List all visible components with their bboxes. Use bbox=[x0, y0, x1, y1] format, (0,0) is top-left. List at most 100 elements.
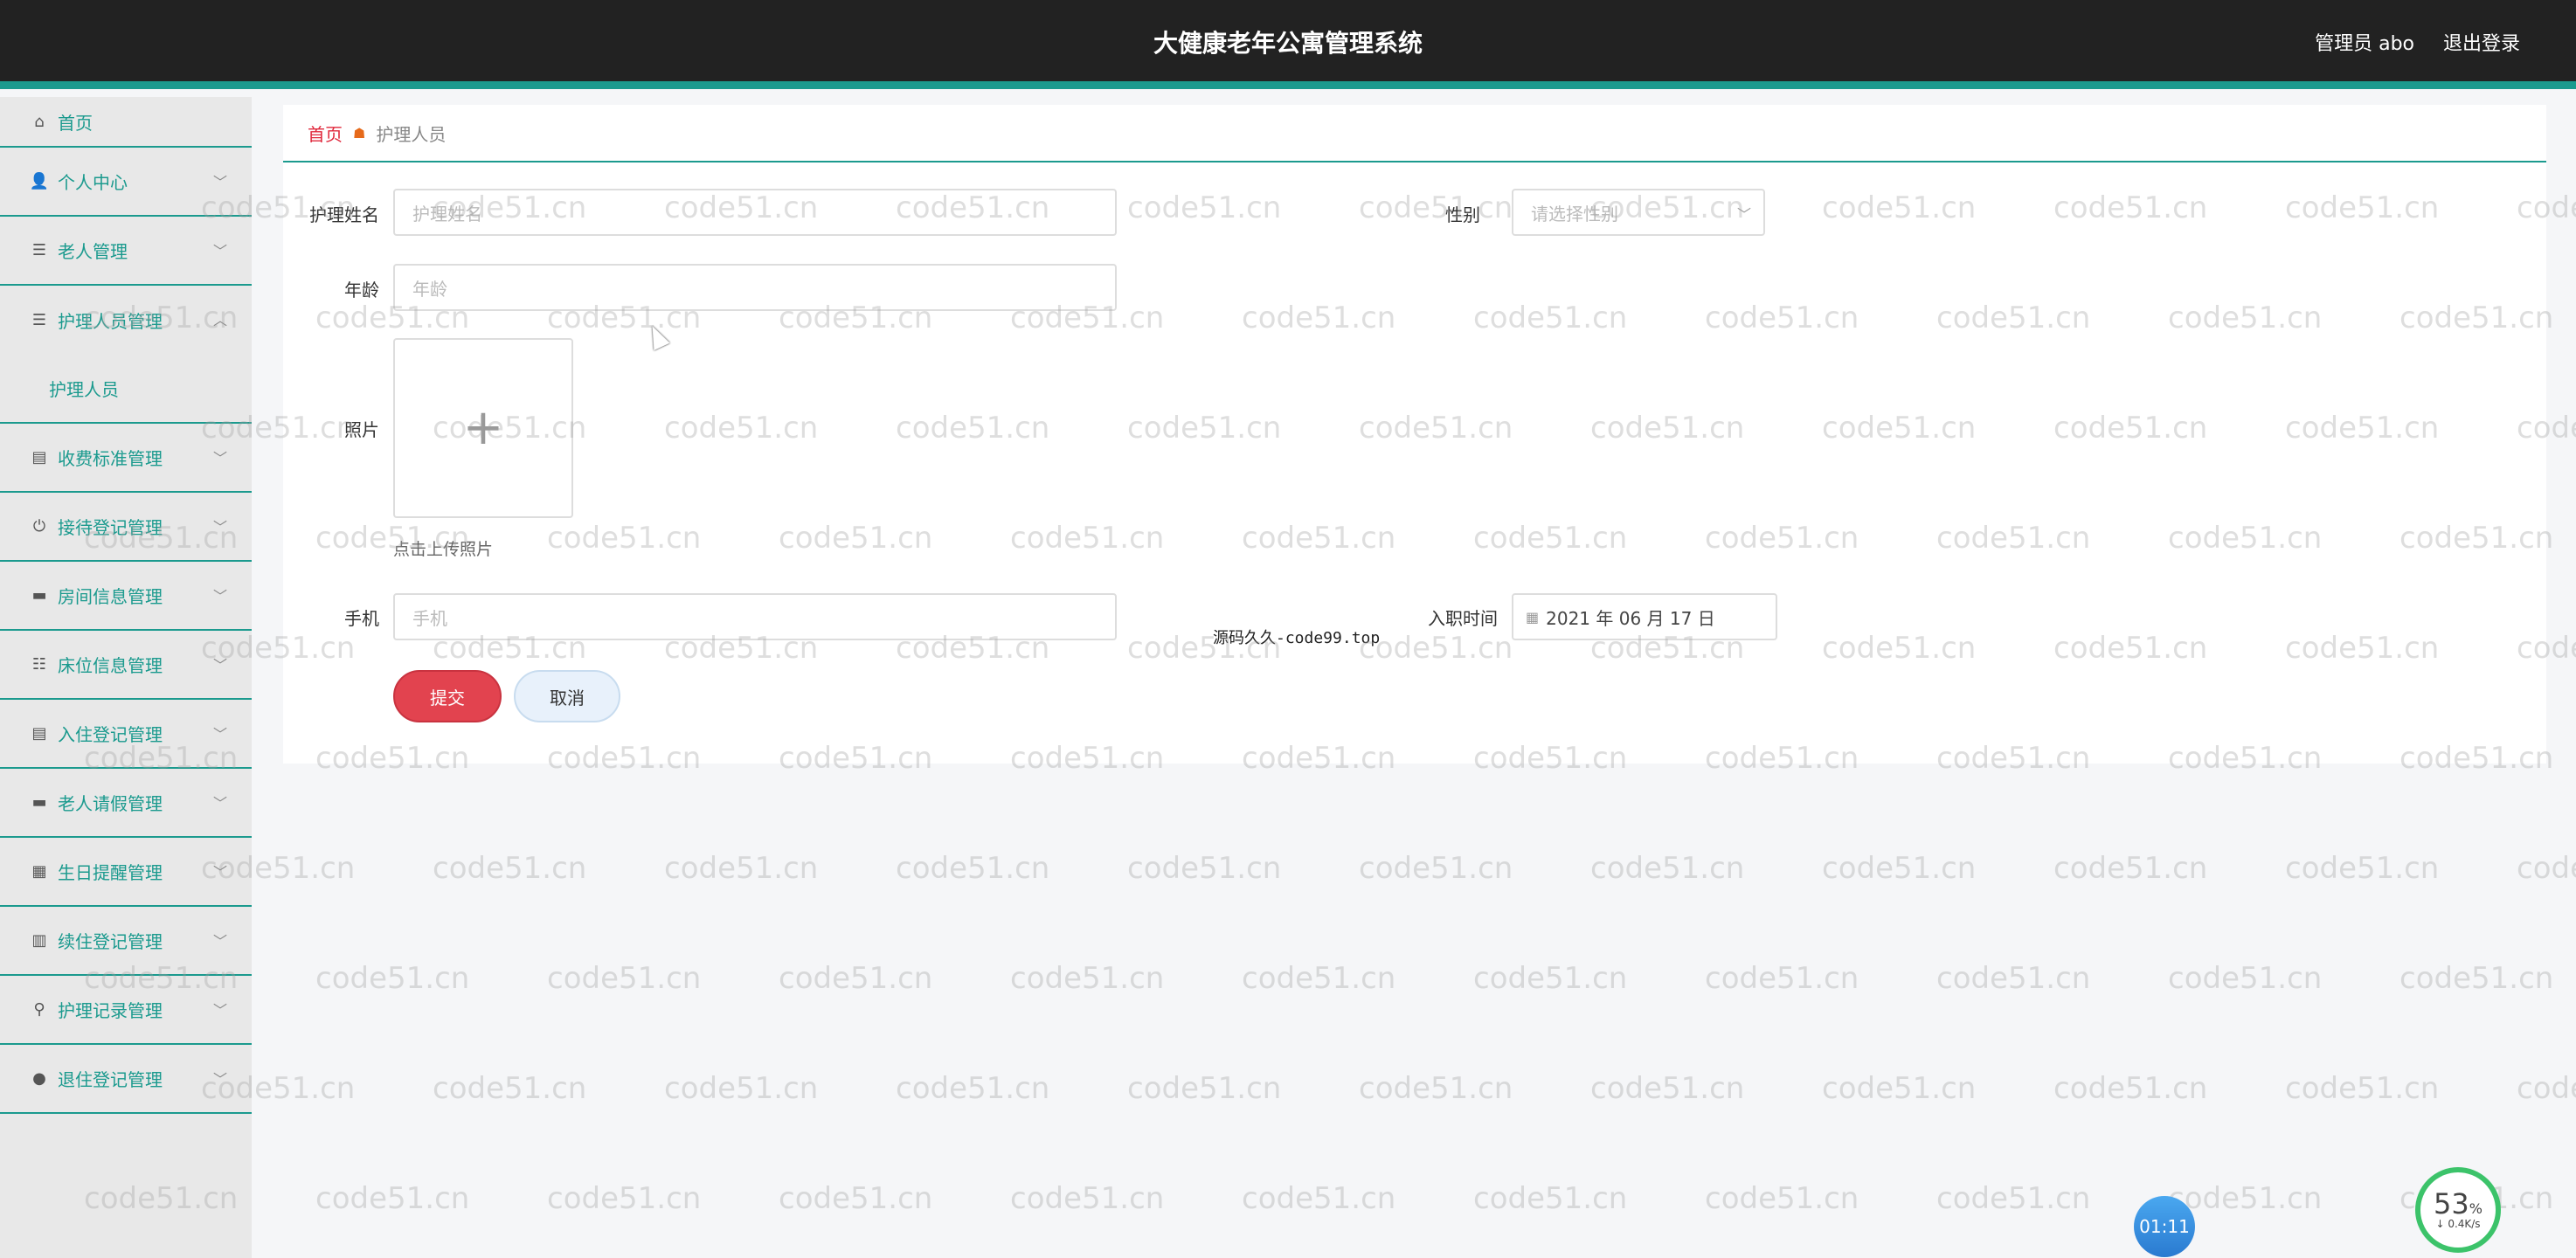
sidebar-item-label: 收费标准管理 bbox=[58, 448, 163, 469]
hire-date-label: 入职时间 bbox=[1428, 608, 1498, 629]
watermark-text: code51.cn bbox=[547, 961, 702, 996]
sidebar: ⌂ 首页 👤 个人中心 ﹀ ☰ 老人管理 ﹀ ☰ 护理人员管理 ︿ 护理人员 ▤… bbox=[0, 97, 252, 1258]
logout-button[interactable]: 退出登录 bbox=[2443, 28, 2520, 56]
sidebar-item-nursing-staff[interactable]: ☰ 护理人员管理 ︿ bbox=[0, 286, 252, 355]
sidebar-item-label: 老人请假管理 bbox=[58, 793, 163, 814]
chevron-up-icon: ︿ bbox=[212, 312, 227, 328]
sidebar-item-rooms[interactable]: ▬ 房间信息管理 ﹀ bbox=[0, 562, 252, 631]
source-note: 源码久久-code99.top bbox=[1213, 629, 1381, 647]
list-icon: ☰ bbox=[31, 241, 47, 259]
watermark-text: code51.cn bbox=[1010, 961, 1165, 996]
user-icon: 👤 bbox=[29, 172, 50, 190]
watermark-text: code51.cn bbox=[2053, 1071, 2208, 1106]
sidebar-item-label: 护理记录管理 bbox=[58, 1000, 163, 1021]
bar-chart-icon: ▥ bbox=[31, 931, 47, 950]
timer-badge[interactable]: 01:11 bbox=[2134, 1196, 2195, 1257]
watermark-text: code51.cn bbox=[896, 1071, 1050, 1106]
sidebar-item-label: 个人中心 bbox=[58, 172, 128, 193]
gauge-percent: 53% bbox=[2434, 1187, 2483, 1220]
sidebar-item-renewal[interactable]: ▥ 续住登记管理 ﹀ bbox=[0, 907, 252, 976]
sidebar-item-label: 接待登记管理 bbox=[58, 517, 163, 538]
sidebar-item-label: 老人管理 bbox=[58, 241, 128, 262]
admin-user-label: 管理员 abo bbox=[2315, 33, 2414, 55]
watermark-text: code51.cn bbox=[2285, 851, 2440, 886]
list-icon: ☰ bbox=[31, 311, 47, 329]
watermark-text: code51.cn bbox=[1936, 961, 2091, 996]
cancel-button[interactable]: 取消 bbox=[514, 670, 620, 722]
watermark-text: code51.cn bbox=[547, 1181, 702, 1216]
watermark-text: code51.cn bbox=[1473, 1181, 1628, 1216]
watermark-text: code51.cn bbox=[315, 1181, 470, 1216]
watermark-text: code51.cn bbox=[896, 851, 1050, 886]
watermark-text: code51.cn bbox=[1010, 1181, 1165, 1216]
sidebar-item-reception[interactable]: ⏻ 接待登记管理 ﹀ bbox=[0, 493, 252, 562]
watermark-text: code51.cn bbox=[779, 1181, 933, 1216]
power-icon: ⏻ bbox=[32, 517, 46, 536]
hire-date-value: 2021 年 06 月 17 日 bbox=[1546, 607, 1715, 629]
chevron-down-icon: ﹀ bbox=[212, 588, 227, 605]
top-bar: 大健康老年公寓管理系统 管理员 abo 退出登录 bbox=[0, 0, 2576, 89]
sidebar-item-home[interactable]: ⌂ 首页 bbox=[0, 97, 252, 148]
watermark-text: code51.cn bbox=[1705, 1181, 1859, 1216]
sidebar-item-profile[interactable]: 👤 个人中心 ﹀ bbox=[0, 148, 252, 217]
submenu-nursing-staff[interactable]: 护理人员 bbox=[0, 355, 252, 424]
gauge-speed: ↓ 0.4K/s bbox=[2435, 1218, 2481, 1230]
watermark-text: code51.cn bbox=[1242, 1181, 1396, 1216]
watermark-text: code51.cn bbox=[1359, 851, 1513, 886]
gender-select[interactable]: 请选择性别 ﹀ bbox=[1512, 189, 1765, 236]
watermark-text: code51.cn bbox=[2399, 961, 2554, 996]
monitor-icon: ▬ bbox=[31, 586, 47, 605]
sidebar-item-checkout[interactable]: ● 退住登记管理 ﹀ bbox=[0, 1045, 252, 1114]
breadcrumb-home[interactable]: 首页 bbox=[308, 121, 343, 146]
sidebar-item-elderly[interactable]: ☰ 老人管理 ﹀ bbox=[0, 217, 252, 286]
watermark-text: code51.cn bbox=[1822, 851, 1977, 886]
watermark-text: code51.cn bbox=[1590, 851, 1745, 886]
watermark-text: code51.cn bbox=[433, 851, 587, 886]
clipboard-icon: ▤ bbox=[31, 724, 47, 743]
sidebar-item-fees[interactable]: ▤ 收费标准管理 ﹀ bbox=[0, 424, 252, 493]
watermark-text: code51.cn bbox=[2168, 961, 2323, 996]
watermark-text: code51.cn bbox=[1473, 961, 1628, 996]
watermark-text: code51.cn bbox=[2517, 1071, 2576, 1106]
age-input[interactable]: 年龄 bbox=[393, 264, 1117, 311]
gender-select-placeholder: 请选择性别 bbox=[1531, 203, 1618, 225]
laptop-icon: ▬ bbox=[31, 793, 47, 812]
watermark-text: code51.cn bbox=[1936, 1181, 2091, 1216]
sidebar-item-label: 生日提醒管理 bbox=[58, 862, 163, 883]
breadcrumb-separator-icon: ☗ bbox=[353, 124, 366, 142]
network-gauge[interactable]: 53% ↓ 0.4K/s bbox=[2415, 1167, 2501, 1253]
watermark-text: code51.cn bbox=[779, 961, 933, 996]
hire-date-picker[interactable]: ▦ 2021 年 06 月 17 日 bbox=[1512, 593, 1777, 640]
clipboard-icon: ▤ bbox=[31, 448, 47, 467]
name-input[interactable]: 护理姓名 bbox=[393, 189, 1117, 236]
sidebar-item-beds[interactable]: ☷ 床位信息管理 ﹀ bbox=[0, 631, 252, 700]
sidebar-item-label: 床位信息管理 bbox=[58, 655, 163, 676]
chevron-down-icon: ﹀ bbox=[212, 795, 227, 812]
chevron-down-icon: ﹀ bbox=[212, 933, 227, 950]
sidebar-item-checkin[interactable]: ▤ 入住登记管理 ﹀ bbox=[0, 700, 252, 769]
sidebar-item-birthday[interactable]: ▦ 生日提醒管理 ﹀ bbox=[0, 838, 252, 907]
photo-upload-tip: 点击上传照片 bbox=[393, 540, 494, 559]
watermark-text: code51.cn bbox=[2517, 851, 2576, 886]
chevron-down-icon: ﹀ bbox=[212, 864, 227, 881]
plus-icon: + bbox=[462, 399, 504, 456]
chevron-down-icon: ﹀ bbox=[212, 1002, 227, 1019]
watermark-text: code51.cn bbox=[1705, 961, 1859, 996]
sidebar-item-label: 房间信息管理 bbox=[58, 586, 163, 607]
submit-button[interactable]: 提交 bbox=[393, 670, 502, 722]
home-icon: ⌂ bbox=[34, 112, 45, 131]
watermark-text: code51.cn bbox=[433, 1071, 587, 1106]
main-panel: 首页 ☗ 护理人员 护理姓名 护理姓名 性别 请选择性别 ﹀ 年龄 年龄 照片 … bbox=[283, 105, 2546, 764]
chevron-down-icon: ﹀ bbox=[212, 657, 227, 674]
sidebar-item-leave[interactable]: ▬ 老人请假管理 ﹀ bbox=[0, 769, 252, 838]
sidebar-item-nursing-records[interactable]: ⚲ 护理记录管理 ﹀ bbox=[0, 976, 252, 1045]
phone-input[interactable]: 手机 bbox=[393, 593, 1117, 640]
name-label: 护理姓名 bbox=[309, 204, 379, 225]
grid-icon: ▦ bbox=[31, 862, 47, 881]
watermark-text: code51.cn bbox=[1590, 1071, 1745, 1106]
app-title: 大健康老年公寓管理系统 bbox=[1153, 29, 1423, 58]
chevron-down-icon: ﹀ bbox=[212, 450, 227, 467]
submenu-label: 护理人员 bbox=[49, 379, 119, 400]
photo-upload-box[interactable]: + bbox=[393, 338, 573, 518]
watermark-text: code51.cn bbox=[2285, 1071, 2440, 1106]
